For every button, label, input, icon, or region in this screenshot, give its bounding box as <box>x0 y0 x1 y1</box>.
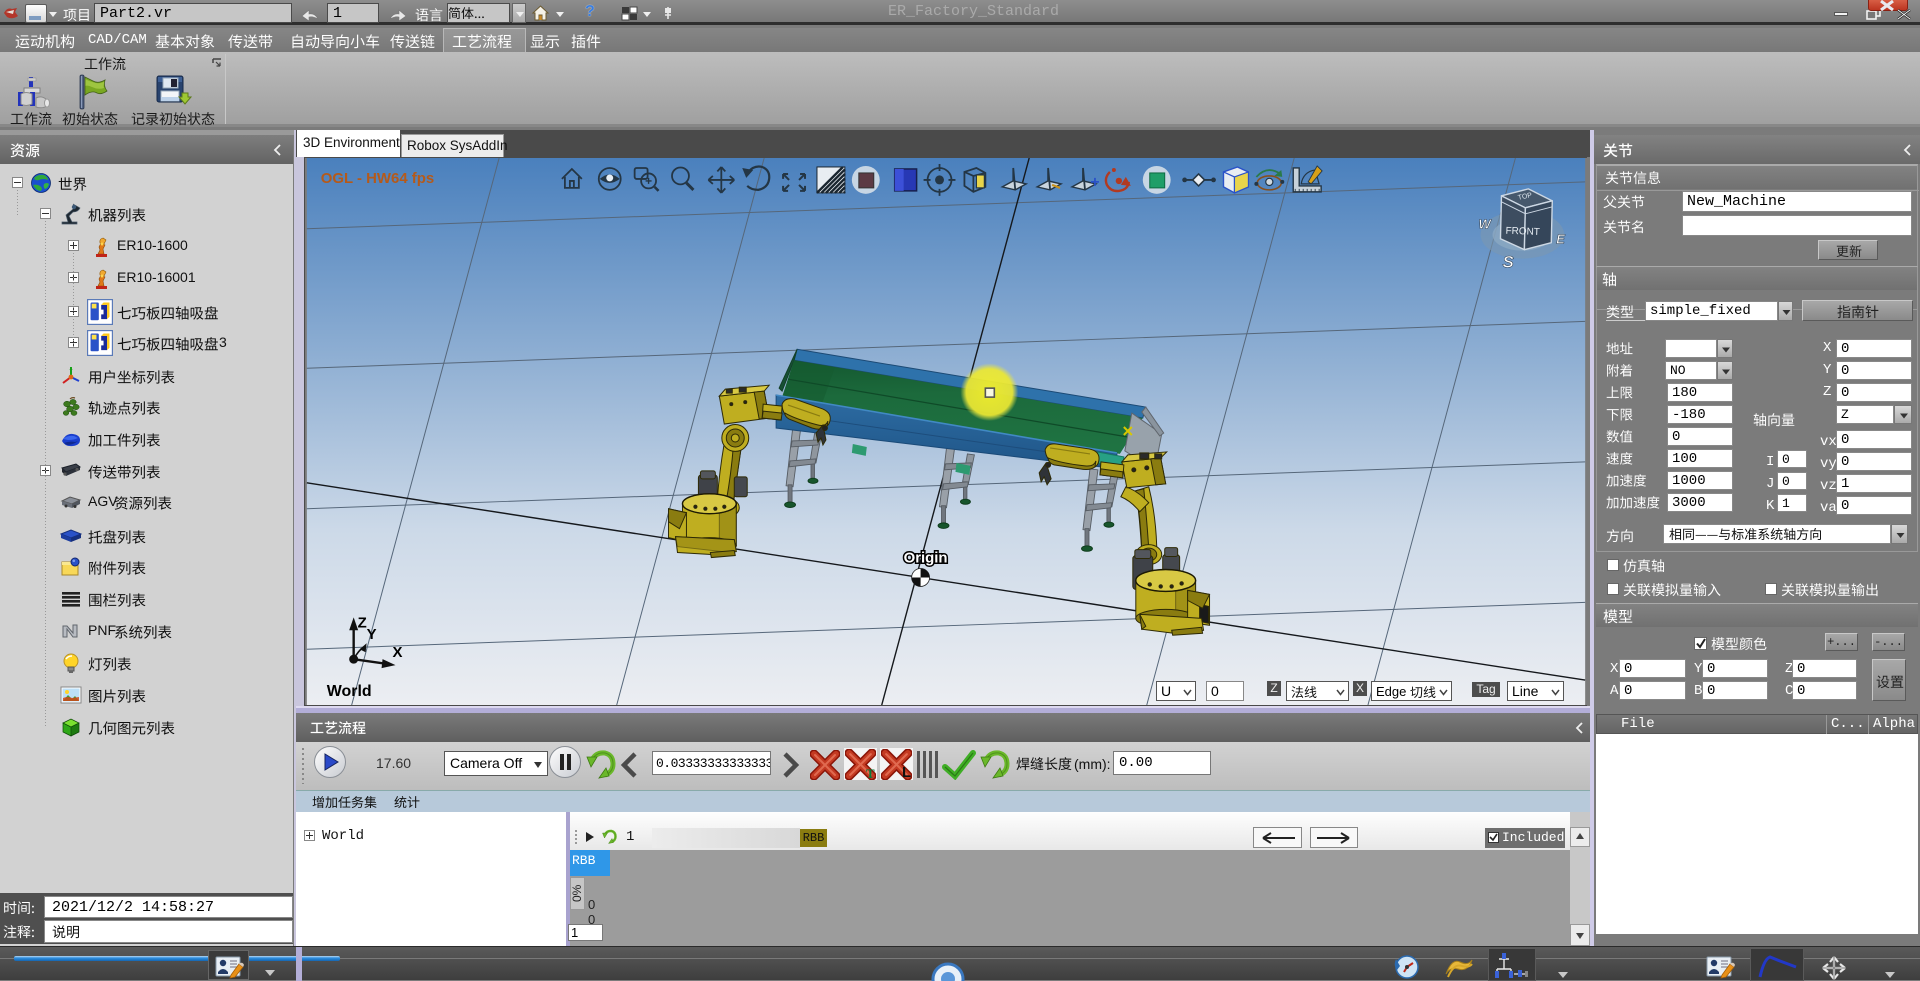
svg-text:World: World <box>327 683 372 700</box>
svg-text:X: X <box>393 644 403 661</box>
svg-text:Z: Z <box>358 614 367 631</box>
svg-text:OGL - HW64 fps: OGL - HW64 fps <box>321 170 434 187</box>
svg-text:W: W <box>1479 217 1493 232</box>
svg-text:FRONT: FRONT <box>1505 226 1540 238</box>
svg-text:Y: Y <box>367 626 377 643</box>
svg-text:Origin: Origin <box>904 550 948 567</box>
svg-text:S: S <box>1502 253 1514 272</box>
svg-text:E: E <box>1556 232 1565 247</box>
